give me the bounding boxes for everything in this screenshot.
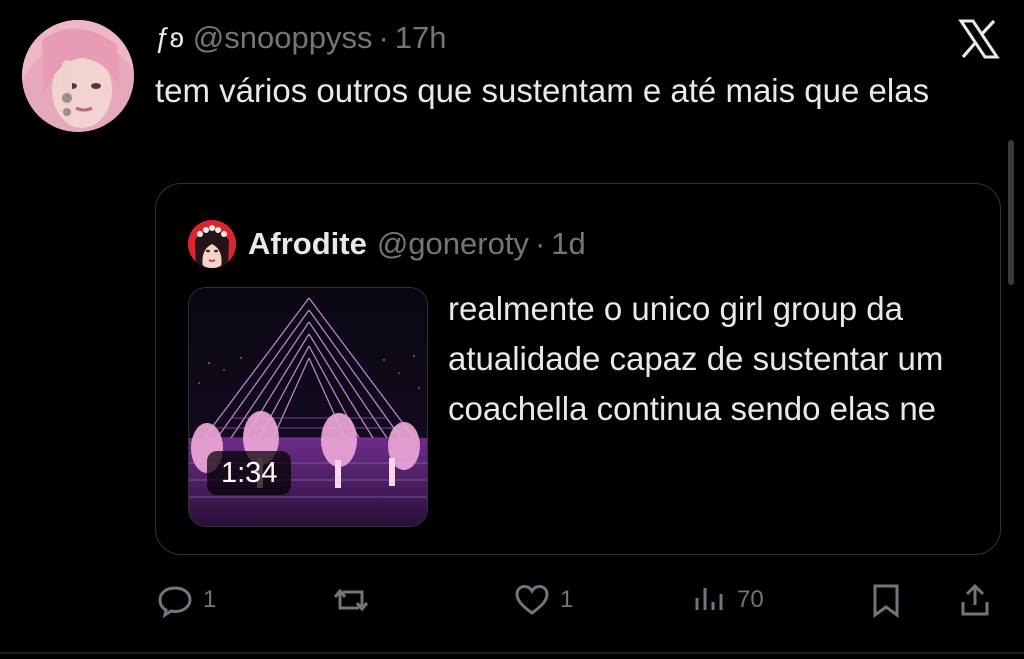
reply-button[interactable]: 1 — [155, 578, 216, 622]
author-handle[interactable]: @snooppyss — [193, 20, 373, 56]
header-separator: · — [378, 20, 389, 55]
quoted-header-separator: · — [534, 226, 546, 261]
like-button[interactable]: 1 — [512, 578, 573, 622]
reply-icon — [155, 580, 195, 620]
tweet-action-bar: 1 1 70 — [155, 578, 1001, 622]
tweet-timestamp[interactable]: 17h — [395, 20, 447, 56]
bookmark-button[interactable] — [866, 578, 906, 622]
heart-icon — [512, 580, 552, 620]
views-button[interactable]: 70 — [689, 578, 764, 622]
bookmark-icon — [866, 580, 906, 620]
share-button[interactable] — [955, 578, 995, 622]
scrollbar[interactable] — [1008, 140, 1014, 285]
quoted-tweet-header: Afrodite @goneroty · 1d — [188, 220, 586, 268]
quoted-tweet-timestamp[interactable]: 1d — [551, 226, 585, 262]
views-icon — [689, 580, 729, 620]
retweet-icon — [331, 580, 371, 620]
share-icon — [955, 580, 995, 620]
quoted-author-name[interactable]: Afrodite — [248, 226, 367, 262]
video-duration: 1:34 — [207, 451, 292, 495]
quoted-tweet-text: realmente o unico girl group da atualida… — [448, 290, 944, 427]
quoted-author-avatar[interactable] — [188, 220, 236, 268]
tweet-text: tem vários outros que sustentam e até ma… — [155, 72, 930, 109]
tweet-header: ƒʚ @snooppyss · 17h — [155, 18, 447, 58]
author-avatar[interactable] — [22, 20, 134, 132]
quoted-tweet[interactable]: Afrodite @goneroty · 1d 1:34 realmente o… — [155, 183, 1001, 555]
tweet-divider — [0, 652, 1024, 654]
like-count: 1 — [560, 586, 574, 613]
author-display-name[interactable]: ƒʚ — [155, 22, 184, 54]
x-logo-icon[interactable] — [958, 18, 1000, 60]
video-thumbnail[interactable]: 1:34 — [188, 287, 428, 527]
reply-count: 1 — [203, 586, 217, 613]
views-count: 70 — [737, 586, 764, 613]
quoted-author-handle[interactable]: @goneroty — [377, 226, 529, 262]
retweet-button[interactable] — [331, 578, 371, 622]
